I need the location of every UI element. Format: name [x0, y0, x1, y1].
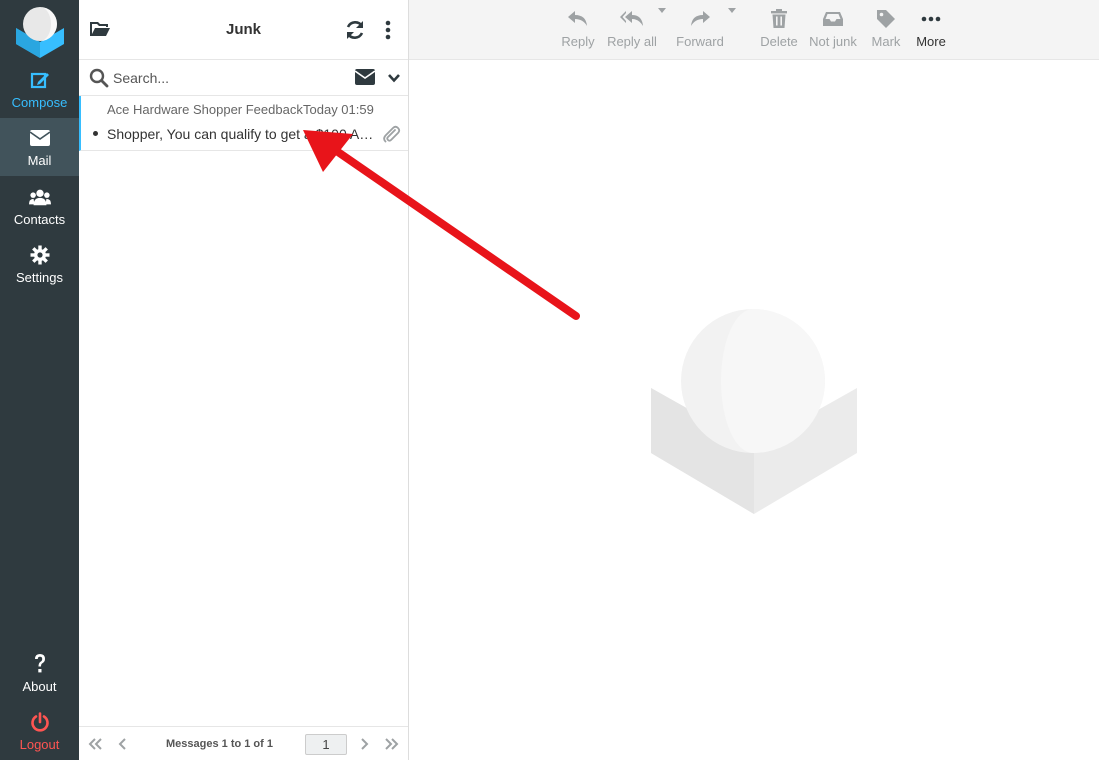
list-footer: Messages 1 to 1 of 1 1 [79, 726, 408, 760]
paperclip-icon [381, 124, 401, 144]
trash-icon [767, 8, 791, 30]
forward-label: Forward [676, 34, 724, 49]
message-date: Today 01:59 [303, 102, 374, 117]
message-preview-area [409, 61, 1099, 760]
page-number-input[interactable]: 1 [305, 734, 347, 755]
list-item[interactable]: Ace Hardware Shopper Feedback Today 01:5… [79, 96, 408, 151]
message-count: Messages 1 to 1 of 1 [166, 738, 273, 750]
nav-logout[interactable]: Logout [0, 702, 79, 760]
search-bar [79, 60, 408, 96]
kebab-menu-icon[interactable] [381, 19, 395, 41]
search-input[interactable] [113, 65, 343, 91]
message-list-panel: Junk Ace Hardware Shopper Feedback Today… [79, 0, 409, 760]
nav-contacts[interactable]: Contacts [0, 177, 79, 235]
reply-label: Reply [561, 34, 595, 49]
not-junk-label: Not junk [809, 34, 857, 49]
roundcube-watermark-icon [649, 306, 859, 516]
envelope-filter-icon[interactable] [354, 69, 376, 87]
message-sender: Ace Hardware Shopper Feedback [107, 102, 303, 117]
envelope-icon [29, 127, 51, 149]
tag-icon [874, 8, 898, 30]
mark-button[interactable]: Mark [870, 8, 902, 54]
first-page-icon[interactable] [87, 736, 103, 752]
main-navigation: Compose Mail Contacts Settings About Log… [0, 0, 79, 760]
message-toolbar: Reply Reply all Forward Delete Not junk … [409, 0, 1099, 60]
nav-settings[interactable]: Settings [0, 235, 79, 293]
not-junk-button[interactable]: Not junk [808, 8, 858, 54]
mark-label: Mark [871, 34, 901, 49]
nav-logout-label: Logout [19, 736, 60, 752]
reply-all-label: Reply all [607, 34, 657, 49]
list-header: Junk [79, 0, 408, 60]
compose-icon [29, 69, 51, 91]
forward-dropdown-icon[interactable] [728, 8, 736, 54]
users-icon [28, 186, 51, 208]
next-page-icon[interactable] [356, 736, 372, 752]
more-label: More [916, 34, 946, 49]
nav-settings-label: Settings [16, 269, 63, 285]
nav-contacts-label: Contacts [13, 211, 66, 227]
inbox-icon [821, 8, 845, 30]
search-icon [89, 68, 109, 88]
reply-all-icon [620, 8, 644, 30]
more-dots-icon [919, 8, 943, 30]
question-icon [29, 653, 51, 675]
reply-all-dropdown-icon[interactable] [658, 8, 666, 54]
forward-button[interactable]: Forward [676, 8, 724, 54]
previous-page-icon[interactable] [115, 736, 131, 752]
roundcube-logo-icon[interactable] [12, 4, 68, 58]
gear-icon [29, 244, 51, 266]
message-subject: Shopper, You can qualify to get a $100 A… [107, 126, 375, 142]
forward-icon [688, 8, 712, 30]
reply-all-button[interactable]: Reply all [605, 8, 659, 54]
more-button[interactable]: More [914, 8, 948, 54]
nav-compose[interactable]: Compose [0, 60, 79, 118]
nav-about[interactable]: About [0, 644, 79, 702]
nav-mail-label: Mail [27, 152, 52, 168]
refresh-icon[interactable] [344, 19, 366, 41]
power-icon [29, 711, 51, 733]
delete-button[interactable]: Delete [760, 8, 798, 54]
chevron-down-icon[interactable] [387, 71, 401, 85]
nav-compose-label: Compose [11, 94, 68, 110]
nav-mail[interactable]: Mail [0, 118, 79, 176]
nav-about-label: About [22, 678, 57, 694]
unread-dot-icon [93, 131, 98, 136]
reply-button[interactable]: Reply [561, 8, 595, 54]
delete-label: Delete [760, 34, 798, 49]
reply-icon [566, 8, 590, 30]
last-page-icon[interactable] [384, 736, 400, 752]
